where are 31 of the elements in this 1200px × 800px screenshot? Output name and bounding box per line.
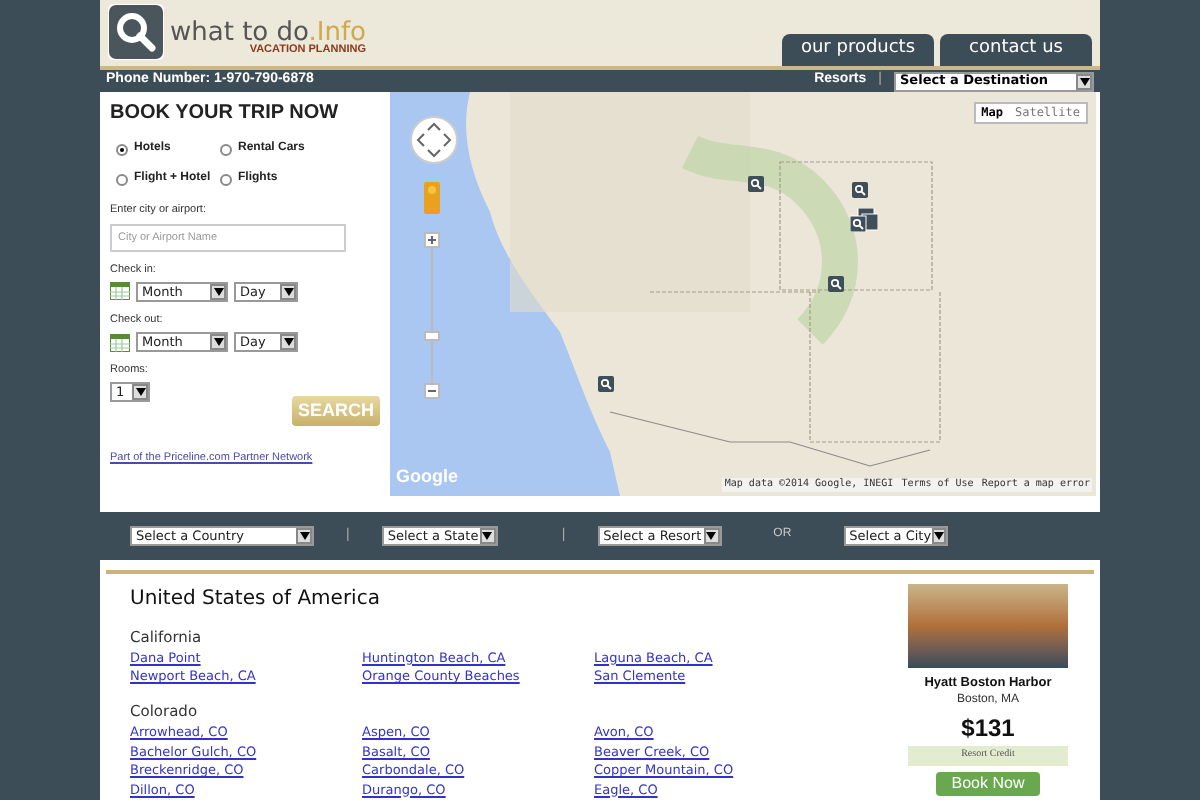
dropdown-arrow-icon (1076, 73, 1092, 90)
radio-button[interactable] (116, 173, 128, 186)
dropdown-arrow-icon (479, 527, 496, 544)
search-marker-icon[interactable] (828, 276, 844, 293)
search-marker-icon[interactable] (748, 176, 764, 193)
dropdown-arrow-icon (132, 384, 148, 401)
zoom-slider-icon[interactable] (424, 232, 440, 401)
dropdown-arrow-icon (703, 527, 720, 544)
logo-wordmark: what to do.Info (170, 20, 366, 47)
radio-button[interactable] (220, 143, 232, 156)
dropdown-arrow-icon (280, 283, 296, 300)
country-heading: United States of America (130, 585, 382, 613)
hotel-price: $131 (961, 712, 1015, 747)
google-logo: Google (396, 463, 458, 490)
pan-control-icon[interactable] (410, 116, 458, 165)
booking-title: BOOK YOUR TRIP NOW (110, 100, 341, 129)
radio-button[interactable] (220, 173, 232, 186)
search-marker-icon[interactable] (852, 182, 868, 199)
logo-magnifier-icon (108, 4, 164, 61)
dropdown-arrow-icon (210, 334, 226, 351)
dropdown-arrow-icon (931, 527, 946, 544)
nav-tab[interactable]: our products (782, 33, 934, 66)
calendar-icon[interactable] (110, 333, 130, 352)
nav-tab[interactable]: contact us (940, 33, 1092, 66)
radio-button[interactable] (116, 143, 128, 156)
marker-cluster-icon[interactable] (850, 208, 878, 233)
dropdown-arrow-icon (280, 334, 296, 351)
calendar-icon[interactable] (110, 282, 130, 301)
search-marker-icon[interactable] (598, 376, 614, 393)
dropdown-arrow-icon (210, 283, 226, 300)
dropdown-arrow-icon (296, 527, 312, 544)
